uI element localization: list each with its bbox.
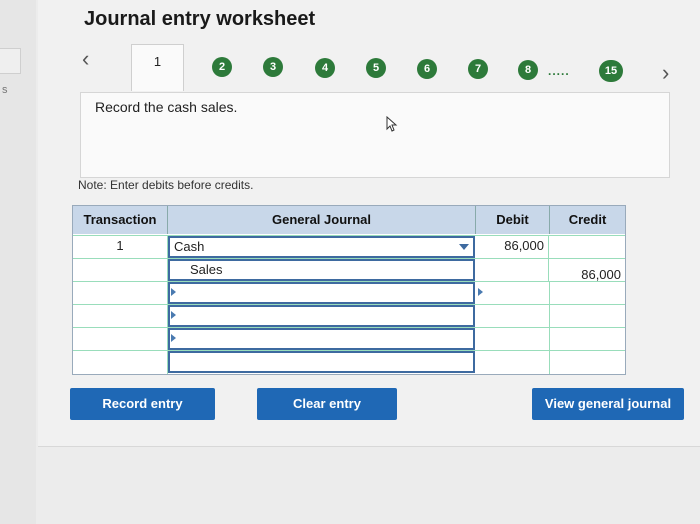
account-select[interactable] xyxy=(168,351,475,373)
chevron-down-icon[interactable] xyxy=(459,244,469,250)
steps-ellipsis: ..... xyxy=(548,64,570,78)
sidebar-tab[interactable] xyxy=(0,48,21,74)
debit-cell[interactable] xyxy=(476,282,550,305)
table-row xyxy=(73,281,625,305)
clear-entry-button[interactable]: Clear entry xyxy=(257,388,397,420)
record-entry-button[interactable]: Record entry xyxy=(70,388,215,420)
transaction-cell[interactable] xyxy=(73,259,168,282)
step-5[interactable]: 5 xyxy=(366,58,386,78)
arrow-right-icon xyxy=(171,288,176,296)
step-tab-active[interactable]: 1 xyxy=(131,44,184,91)
transaction-cell[interactable] xyxy=(73,305,168,328)
step-7[interactable]: 7 xyxy=(468,59,488,79)
page-title: Journal entry worksheet xyxy=(84,8,316,30)
step-6[interactable]: 6 xyxy=(417,59,437,79)
transaction-cell[interactable] xyxy=(73,282,168,305)
transaction-cell[interactable] xyxy=(73,351,168,374)
step-4[interactable]: 4 xyxy=(315,58,335,78)
credit-cell[interactable] xyxy=(550,282,625,305)
prompt-text: Record the cash sales. xyxy=(95,99,238,115)
credit-cell[interactable]: 86,000 xyxy=(550,259,625,282)
arrow-right-icon xyxy=(171,334,176,342)
table-row: Sales 86,000 xyxy=(73,258,625,282)
step-8[interactable]: 8 xyxy=(518,60,538,80)
mouse-cursor-icon xyxy=(386,116,398,132)
credit-cell[interactable] xyxy=(550,236,625,259)
arrow-right-icon xyxy=(171,311,176,319)
debit-cell[interactable] xyxy=(476,305,550,328)
chevron-right-icon[interactable]: › xyxy=(662,60,669,86)
account-select[interactable] xyxy=(168,305,475,327)
note-text: Note: Enter debits before credits. xyxy=(78,178,254,192)
chevron-left-icon[interactable]: ‹ xyxy=(82,46,89,72)
sidebar-edge-text: s xyxy=(2,84,8,96)
journal-table: Transaction General Journal Debit Credit… xyxy=(72,205,626,375)
step-3[interactable]: 3 xyxy=(263,57,283,77)
arrow-right-icon xyxy=(478,288,483,296)
credit-cell[interactable] xyxy=(550,351,625,374)
left-sidebar-strip: s xyxy=(0,0,36,524)
debit-cell[interactable]: 86,000 xyxy=(476,236,549,259)
table-row xyxy=(73,327,625,351)
transaction-cell[interactable] xyxy=(73,328,168,351)
account-select[interactable] xyxy=(168,328,475,350)
credit-cell[interactable] xyxy=(550,305,625,328)
account-select[interactable] xyxy=(168,282,475,304)
transaction-cell[interactable]: 1 xyxy=(73,236,168,259)
debit-cell[interactable] xyxy=(476,328,550,351)
header-debit: Debit xyxy=(476,206,550,234)
account-select[interactable]: Sales xyxy=(168,259,475,281)
header-general-journal: General Journal xyxy=(168,206,476,234)
step-15[interactable]: 15 xyxy=(599,60,623,82)
header-credit: Credit xyxy=(550,206,625,234)
view-general-journal-button[interactable]: View general journal xyxy=(532,388,684,420)
debit-cell[interactable] xyxy=(476,351,550,374)
step-2[interactable]: 2 xyxy=(212,57,232,77)
table-row xyxy=(73,350,625,374)
credit-cell[interactable] xyxy=(550,328,625,351)
header-transaction: Transaction xyxy=(73,206,168,234)
account-select[interactable]: Cash xyxy=(168,236,475,258)
table-row: 1 Cash 86,000 xyxy=(73,235,625,259)
debit-cell[interactable] xyxy=(476,259,549,282)
table-row xyxy=(73,304,625,328)
